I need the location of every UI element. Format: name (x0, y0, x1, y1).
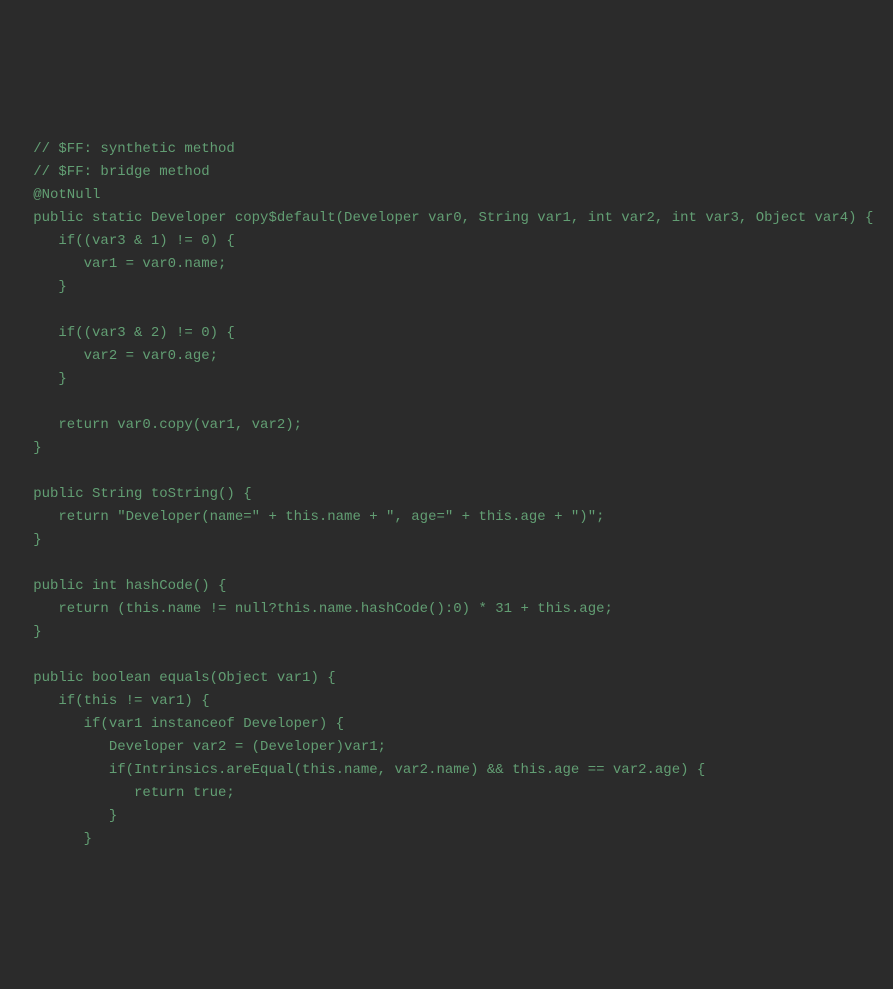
code-line (8, 644, 893, 667)
code-line: } (8, 828, 893, 851)
code-line: public static Developer copy$default(Dev… (8, 207, 893, 230)
code-line: var2 = var0.age; (8, 345, 893, 368)
code-line: if(var1 instanceof Developer) { (8, 713, 893, 736)
code-line: } (8, 621, 893, 644)
code-line: public String toString() { (8, 483, 893, 506)
code-line: } (8, 805, 893, 828)
code-line: if((var3 & 1) != 0) { (8, 230, 893, 253)
code-line: if(this != var1) { (8, 690, 893, 713)
code-line: @NotNull (8, 184, 893, 207)
code-line: if((var3 & 2) != 0) { (8, 322, 893, 345)
code-line: return (this.name != null?this.name.hash… (8, 598, 893, 621)
code-line: public int hashCode() { (8, 575, 893, 598)
code-line: } (8, 437, 893, 460)
code-line: public boolean equals(Object var1) { (8, 667, 893, 690)
code-line: var1 = var0.name; (8, 253, 893, 276)
code-line: } (8, 368, 893, 391)
code-line: return "Developer(name=" + this.name + "… (8, 506, 893, 529)
code-line: return var0.copy(var1, var2); (8, 414, 893, 437)
code-line (8, 460, 893, 483)
code-line: // $FF: synthetic method (8, 138, 893, 161)
code-line (8, 552, 893, 575)
code-line: if(Intrinsics.areEqual(this.name, var2.n… (8, 759, 893, 782)
code-line (8, 391, 893, 414)
code-line: Developer var2 = (Developer)var1; (8, 736, 893, 759)
code-content: // $FF: synthetic method // $FF: bridge … (8, 138, 893, 851)
code-line: // $FF: bridge method (8, 161, 893, 184)
code-line: } (8, 529, 893, 552)
code-line: return true; (8, 782, 893, 805)
code-line: } (8, 276, 893, 299)
code-line (8, 299, 893, 322)
